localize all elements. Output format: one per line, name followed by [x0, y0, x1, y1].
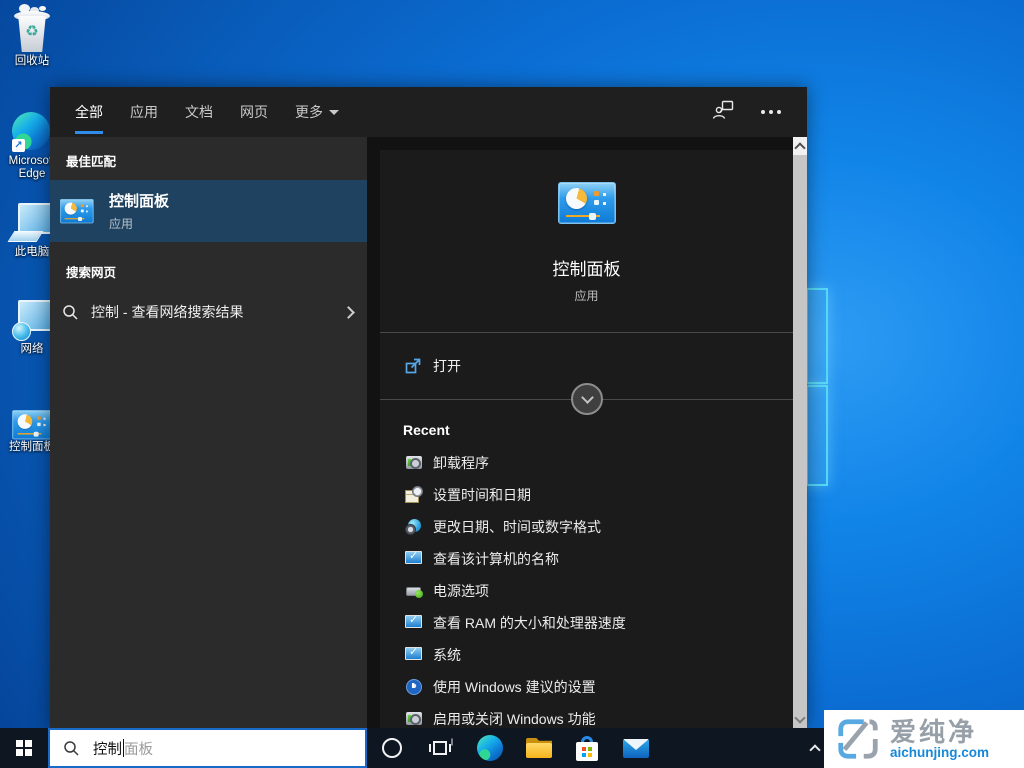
taskbar-button-cortana[interactable] — [372, 728, 412, 768]
web-search-header: 搜索网页 — [50, 258, 367, 291]
windows-logo-icon — [16, 740, 32, 756]
search-results-area: 最佳匹配 控制面板 应用 搜索网页 控制 - 查看网 — [50, 137, 807, 728]
divider — [380, 399, 793, 400]
search-suggestion-text: 面板 — [124, 738, 153, 759]
user-account-icon[interactable] — [712, 100, 734, 125]
task-view-icon — [433, 741, 447, 755]
start-button[interactable] — [0, 728, 48, 768]
chevron-right-icon — [342, 306, 355, 319]
chevron-up-icon — [809, 744, 820, 755]
recent-item-system[interactable]: 系统 — [380, 639, 793, 671]
chevron-down-icon — [581, 391, 594, 404]
more-options-icon[interactable] — [761, 110, 765, 114]
preview-subtitle: 应用 — [574, 287, 598, 304]
chevron-down-icon — [329, 110, 339, 115]
recent-item-power-options[interactable]: 电源选项 — [380, 575, 793, 607]
recent-item-set-time-date[interactable]: 设置时间和日期 — [380, 479, 793, 511]
installed-programs-icon — [405, 454, 423, 472]
results-list: 最佳匹配 控制面板 应用 搜索网页 控制 - 查看网 — [50, 137, 367, 728]
scroll-up-button[interactable] — [793, 137, 807, 155]
watermark-brand-name: 爱纯净 — [890, 718, 989, 746]
best-match-result-control-panel[interactable]: 控制面板 应用 — [50, 180, 367, 242]
search-typed-text: 控制 — [93, 738, 122, 759]
web-search-query: 控制 - 查看网络搜索结果 — [91, 302, 243, 322]
region-format-icon — [405, 518, 423, 536]
folder-icon — [526, 738, 552, 758]
chevron-down-icon — [794, 712, 805, 723]
cortana-icon — [382, 738, 402, 758]
settings-clock-icon — [405, 678, 423, 696]
power-options-icon — [405, 582, 423, 600]
open-label: 打开 — [433, 356, 461, 376]
search-icon — [62, 304, 79, 321]
preview-pane: 控制面板 应用 打开 Recent 卸载程序 — [380, 150, 793, 728]
this-pc-icon — [11, 203, 53, 243]
taskbar-button-mail[interactable] — [616, 728, 656, 768]
taskbar-button-store[interactable] — [567, 728, 607, 768]
shortcut-arrow-icon: ↗ — [12, 139, 25, 152]
wallpaper-window-pane — [806, 288, 828, 384]
watermark: 爱纯净 aichunjing.com — [824, 710, 1024, 768]
network-icon — [11, 300, 53, 340]
aichunjing-logo-icon — [835, 716, 881, 762]
recent-item-computer-name[interactable]: 查看该计算机的名称 — [380, 543, 793, 575]
recent-header: Recent — [403, 422, 793, 438]
computer-icon — [405, 614, 423, 632]
web-search-result[interactable]: 控制 - 查看网络搜索结果 — [50, 291, 367, 333]
recent-item-change-formats[interactable]: 更改日期、时间或数字格式 — [380, 511, 793, 543]
result-subtitle: 应用 — [109, 215, 169, 232]
recent-item-ram-processor[interactable]: 查看 RAM 的大小和处理器速度 — [380, 607, 793, 639]
tab-documents[interactable]: 文档 — [185, 87, 213, 137]
taskbar-search-input[interactable]: 控制 面板 — [48, 728, 367, 768]
recent-item-uninstall-program[interactable]: 卸载程序 — [380, 447, 793, 479]
wallpaper-window-pane — [806, 385, 828, 486]
tab-apps[interactable]: 应用 — [130, 87, 158, 137]
scrollbar[interactable] — [793, 137, 807, 728]
screen: ♻ 回收站 ↗ Microsoft Edge 此电脑 网络 控制面板 全部 应用… — [0, 0, 1024, 768]
preview-title: 控制面板 — [553, 255, 621, 280]
desktop-icon-label: 回收站 — [0, 55, 64, 68]
search-filter-tabs: 全部 应用 文档 网页 更多 — [50, 87, 807, 137]
computer-icon — [405, 550, 423, 568]
panel-divider-gap — [367, 137, 380, 728]
control-panel-icon-large — [558, 182, 616, 224]
recent-item-windows-recommended[interactable]: 使用 Windows 建议的设置 — [380, 671, 793, 703]
taskbar-button-task-view[interactable] — [420, 728, 460, 768]
computer-icon — [405, 646, 423, 664]
edge-icon: ↗ — [12, 112, 52, 152]
store-icon — [576, 736, 598, 761]
tab-web[interactable]: 网页 — [240, 87, 268, 137]
taskbar-button-file-explorer[interactable] — [519, 728, 559, 768]
search-icon — [63, 740, 80, 757]
mail-icon — [623, 739, 649, 758]
recycle-bin-icon: ♻ — [14, 6, 50, 52]
date-time-icon — [405, 486, 423, 504]
best-match-header: 最佳匹配 — [50, 147, 367, 180]
edge-icon — [477, 735, 503, 761]
tab-more[interactable]: 更多 — [295, 87, 339, 137]
watermark-brand-domain: aichunjing.com — [890, 746, 989, 760]
control-panel-icon — [60, 199, 93, 223]
result-title: 控制面板 — [109, 190, 169, 211]
scroll-down-button[interactable] — [793, 710, 807, 728]
open-window-icon — [405, 358, 421, 374]
tab-all[interactable]: 全部 — [75, 87, 103, 137]
installed-programs-icon — [405, 710, 423, 728]
taskbar-button-edge[interactable] — [470, 728, 510, 768]
search-flyout-panel: 全部 应用 文档 网页 更多 最佳匹配 — [50, 87, 807, 728]
control-panel-icon — [12, 410, 52, 438]
expand-results-button[interactable] — [571, 383, 603, 415]
chevron-up-icon — [794, 142, 805, 153]
recent-item-windows-features[interactable]: 启用或关闭 Windows 功能 — [380, 703, 793, 728]
desktop-icon-recycle-bin[interactable]: ♻ 回收站 — [0, 6, 64, 68]
